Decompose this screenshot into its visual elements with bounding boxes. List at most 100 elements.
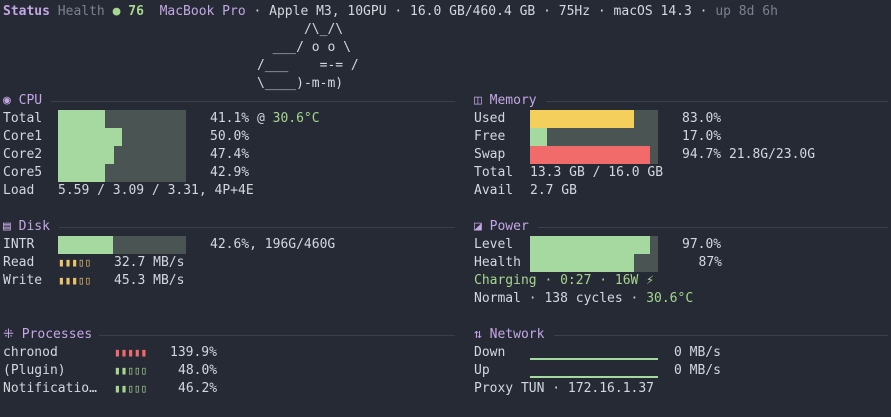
separator: · [386, 4, 411, 19]
process-cpu-value: 48.0% [178, 363, 218, 378]
disk-write-meter: ▮▮▮▯▯ [58, 274, 92, 287]
process-name: (Plugin) [3, 363, 66, 378]
cpu-total-bar [58, 110, 186, 128]
cpu-core1-value: 50.0% [210, 129, 250, 144]
cpu-core2-label: Core2 [3, 147, 43, 162]
health-dot-icon: ● [112, 4, 121, 19]
process-cpu-meter: ▮▮▯▯▯ [114, 364, 148, 377]
disk-read-value: 32.7 MB/s [114, 255, 185, 270]
memory-icon: ◫ [474, 93, 482, 108]
device-model: MacBook Pro [159, 4, 246, 19]
processes-title: ⁜ Processes [3, 326, 92, 344]
disk-title: ▤ Disk [3, 218, 50, 236]
disk-icon: ▤ [3, 219, 11, 234]
ascii-line: /___ =-= / [257, 58, 359, 73]
network-up-sparkline [530, 376, 658, 378]
network-up-label: Up [474, 363, 490, 378]
cpu-total-label: Total [3, 111, 43, 126]
disk-read-meter: ▮▮▮▯▯ [58, 256, 92, 269]
cpu-core5-label: Core5 [3, 165, 43, 180]
power-level-value: 97.0% [682, 237, 722, 252]
power-title-text: Power [489, 219, 529, 234]
cpu-core1-bar [58, 128, 186, 146]
process-cpu-value: 139.9% [170, 345, 217, 360]
process-cpu-meter: ▮▮▮▮▮ [114, 346, 148, 359]
memory-title-text: Memory [489, 93, 537, 108]
cpu-load-value: 5.59 / 3.09 / 3.31, 4P+4E [58, 183, 254, 198]
ascii-line: /\_/\ [257, 22, 344, 37]
disk-intr-value: 42.6%, 196G/460G [210, 237, 336, 252]
separator: · [535, 4, 559, 19]
power-title: ◪ Power [474, 218, 529, 236]
process-cpu-value: 46.2% [178, 381, 218, 396]
cpu-icon: ◉ [3, 93, 11, 108]
power-health-label: Health [474, 255, 521, 270]
chip-info: Apple M3, 10GPU [269, 4, 387, 19]
battery-icon: ◪ [474, 219, 482, 234]
memory-info: 16.0 GB/460.4 GB [410, 4, 536, 19]
separator: · [691, 4, 716, 19]
disk-write-value: 45.3 MB/s [114, 273, 185, 288]
cpu-load-label: Load [3, 183, 35, 198]
network-down-label: Down [474, 345, 506, 360]
power-charging-status: Charging · 0:27 · 16W ⚡ [474, 273, 655, 288]
disk-read-label: Read [3, 255, 35, 270]
network-section-header: ⇅ Network [474, 326, 888, 344]
memory-section-header: ◫ Memory [474, 92, 888, 110]
disk-intr-bar [58, 236, 186, 254]
network-up-value: 0 MB/s [674, 363, 721, 378]
cpu-core2-value: 47.4% [210, 147, 250, 162]
memory-swap-label: Swap [474, 147, 506, 162]
cpu-core5-bar [58, 164, 186, 182]
memory-title: ◫ Memory [474, 92, 537, 110]
cpu-title-text: CPU [18, 93, 43, 108]
memory-avail-value: 2.7 GB [530, 183, 577, 198]
processes-title-text: Processes [21, 327, 93, 342]
health-label: Health [57, 4, 105, 19]
disk-section-header: ▤ Disk [3, 218, 455, 236]
cpu-title: ◉ CPU [3, 92, 42, 110]
power-section-header: ◪ Power [474, 218, 888, 236]
power-health-value: 87% [698, 255, 722, 270]
status-title: Status [3, 4, 50, 19]
cpu-temp: 30.6°C [272, 111, 320, 126]
cpu-total-percent: 41.1% @ [210, 111, 273, 126]
network-down-sparkline [530, 358, 658, 360]
ascii-line: ___/ o o \ [257, 40, 351, 55]
memory-used-bar [530, 110, 658, 128]
memory-avail-label: Avail [474, 183, 514, 198]
status-header: Status Health ● 76 MacBook Pro · Apple M… [3, 3, 778, 21]
ascii-cat-art: /\_/\ ___/ o o \ /___ =-= / \____)-m-m) [257, 21, 359, 93]
uptime: up 8d 6h [715, 4, 778, 19]
cpu-core5-value: 42.9% [210, 165, 250, 180]
memory-used-value: 83.0% [682, 111, 722, 126]
refresh-rate: 75Hz [558, 4, 591, 19]
disk-title-text: Disk [18, 219, 50, 234]
network-arrows-icon: ⇅ [474, 327, 482, 342]
memory-swap-value: 94.7% 21.8G/23.0G [682, 147, 816, 162]
cpu-section-header: ◉ CPU [3, 92, 455, 110]
cpu-total-value: 41.1% @ 30.6°C [210, 110, 320, 128]
process-name: chronod [3, 345, 58, 360]
disk-intr-label: INTR [3, 237, 35, 252]
power-cycles: Normal · 138 cycles · 30.6°C [474, 290, 693, 308]
memory-swap-bar [530, 146, 658, 164]
health-value: 76 [128, 4, 144, 19]
cpu-core1-label: Core1 [3, 129, 43, 144]
separator: · [245, 4, 270, 19]
process-cpu-meter: ▮▮▯▯▯ [114, 382, 148, 395]
processes-icon: ⁜ [3, 327, 14, 342]
power-level-label: Level [474, 237, 514, 252]
disk-write-label: Write [3, 273, 43, 288]
os-version: macOS 14.3 [613, 4, 692, 19]
processes-section-header: ⁜ Processes [3, 326, 455, 344]
cpu-core2-bar [58, 146, 186, 164]
process-name: Notificatio… [3, 381, 97, 396]
memory-free-bar [530, 128, 658, 146]
power-level-bar [530, 236, 658, 254]
memory-free-value: 17.0% [682, 129, 722, 144]
separator: · [590, 4, 614, 19]
network-down-value: 0 MB/s [674, 345, 721, 360]
network-title-text: Network [489, 327, 545, 342]
power-cycles-text: Normal · 138 cycles · [474, 291, 647, 306]
